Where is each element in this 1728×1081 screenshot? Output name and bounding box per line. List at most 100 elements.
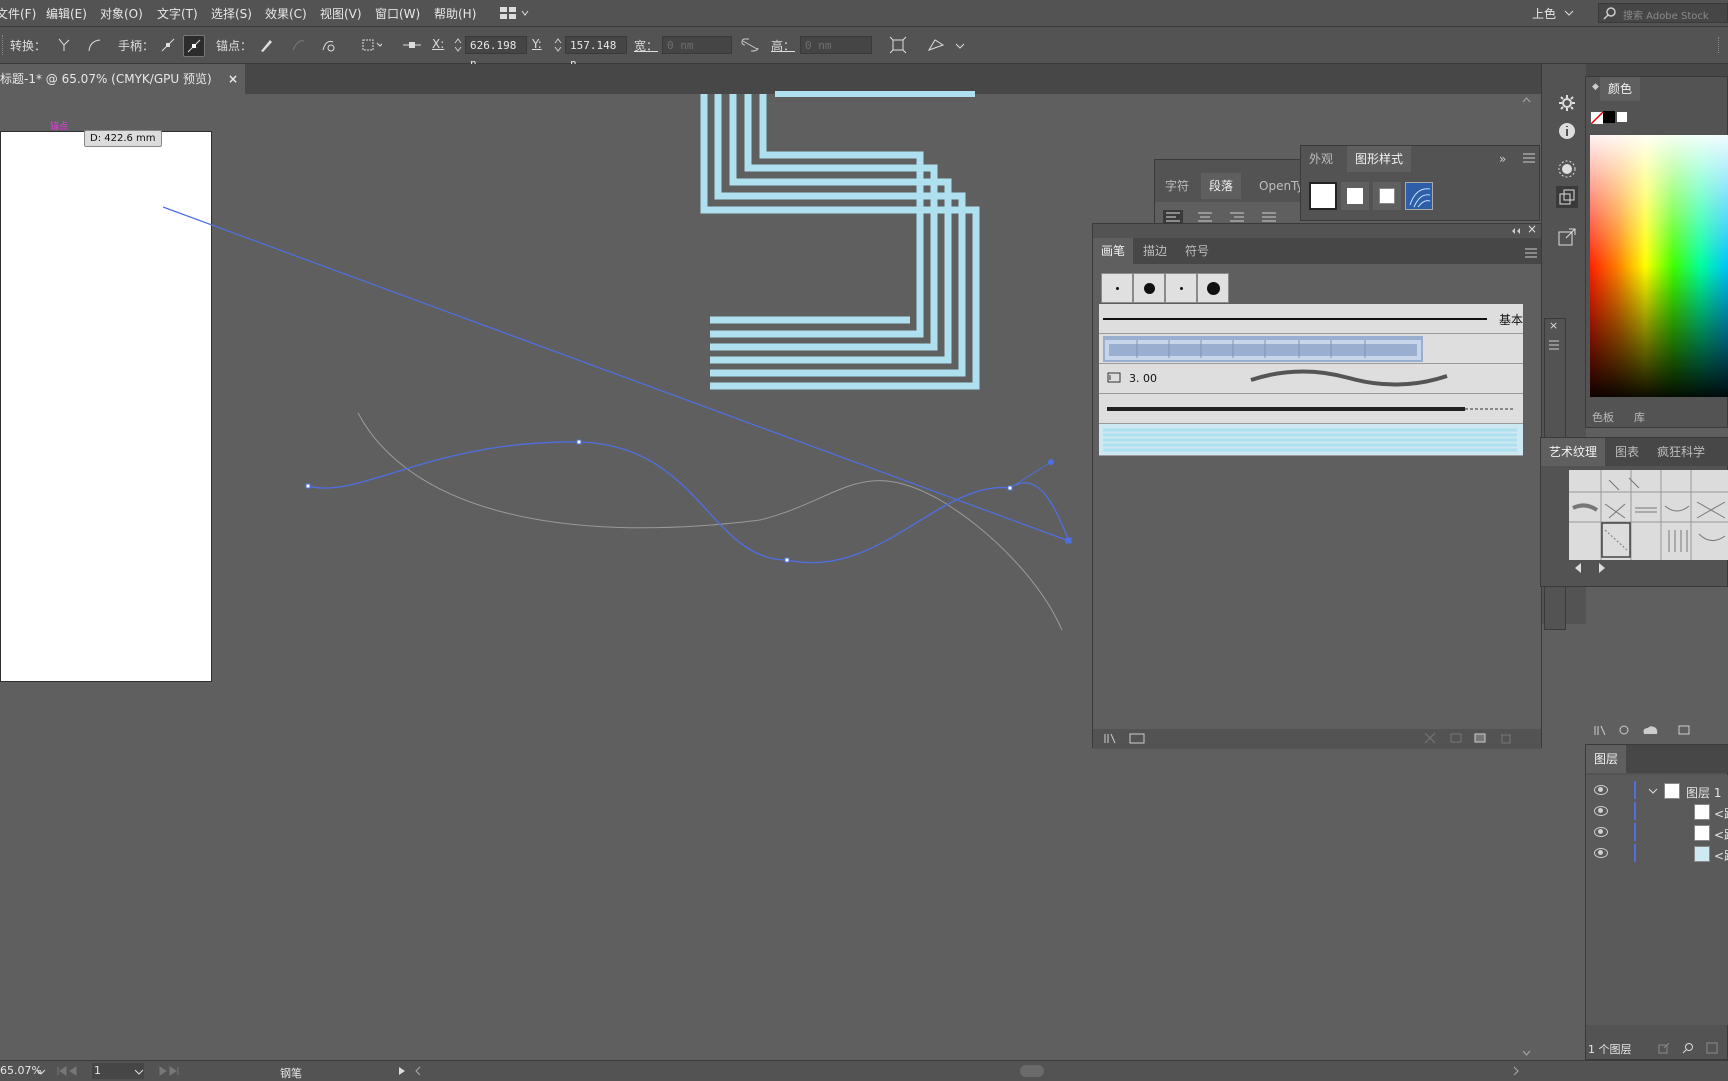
- transform-panel-icon[interactable]: [1556, 186, 1578, 208]
- none-swatch[interactable]: [1590, 111, 1604, 125]
- brush-pattern-row[interactable]: [1099, 334, 1523, 364]
- status-menu-icon[interactable]: [398, 1065, 406, 1079]
- panel-menu-icon[interactable]: [1525, 247, 1537, 261]
- workspace-switcher[interactable]: 上色: [1532, 5, 1556, 22]
- eye-icon[interactable]: [1594, 827, 1608, 837]
- tab-stroke[interactable]: 描边: [1135, 238, 1175, 264]
- path-thumbnail: [1694, 846, 1710, 862]
- stripes-stroke-preview: [1103, 428, 1517, 452]
- chevron-down-icon[interactable]: [36, 1066, 46, 1080]
- panel-menu-icon[interactable]: [1549, 339, 1559, 353]
- swatch-options-icon[interactable]: [1677, 724, 1691, 739]
- sublayer-row[interactable]: <路: [1592, 802, 1728, 822]
- tab-swatches[interactable]: 色板: [1592, 409, 1614, 425]
- eye-icon[interactable]: [1594, 848, 1608, 858]
- style-stroke-swatch[interactable]: [1373, 182, 1401, 210]
- sublayer-row[interactable]: <路: [1592, 823, 1728, 843]
- toggle-options-icon[interactable]: ◆: [1592, 82, 1599, 92]
- close-icon[interactable]: ×: [1549, 319, 1558, 332]
- brush-stripes-row[interactable]: [1099, 424, 1523, 456]
- sublayer-name[interactable]: <路: [1714, 847, 1728, 864]
- tab-libraries[interactable]: 库: [1634, 409, 1645, 425]
- close-icon[interactable]: ×: [1527, 222, 1537, 236]
- tab-appearance[interactable]: 外观: [1301, 146, 1341, 172]
- brush-dot-tiny[interactable]: [1165, 273, 1197, 303]
- new-brush-icon[interactable]: [1473, 732, 1487, 747]
- brush-bristle-row[interactable]: 3. 00: [1099, 364, 1523, 394]
- export-layer-icon[interactable]: [1658, 1042, 1670, 1057]
- delete-brush-icon[interactable]: [1499, 732, 1513, 747]
- tab-mad-science[interactable]: 疯狂科学: [1649, 438, 1713, 466]
- layer-name[interactable]: 图层 1: [1686, 784, 1721, 801]
- path-thumbnail: [1694, 804, 1710, 820]
- chevron-down-icon[interactable]: [1564, 7, 1574, 21]
- basic-stroke-preview: [1103, 318, 1487, 320]
- brush-settings-icon[interactable]: [1449, 732, 1463, 747]
- expand-icon[interactable]: »: [1499, 152, 1506, 166]
- grip-handle[interactable]: [1718, 37, 1722, 53]
- layer-color-bar: [1634, 802, 1636, 820]
- sun-icon[interactable]: [1558, 160, 1576, 181]
- last-artboard-icon[interactable]: [156, 1065, 180, 1079]
- brushes-tab-strip: 画笔 描边 符号: [1093, 238, 1541, 264]
- export-icon[interactable]: [1558, 228, 1576, 249]
- previous-icon[interactable]: [1573, 562, 1583, 577]
- brush-library-icon[interactable]: [1103, 732, 1119, 747]
- brush-dot-large[interactable]: [1197, 273, 1229, 303]
- panel-menu-icon[interactable]: [1523, 152, 1535, 166]
- collapse-panel-icon[interactable]: [1511, 224, 1521, 238]
- first-artboard-icon[interactable]: [56, 1065, 80, 1079]
- info-icon[interactable]: [1558, 122, 1576, 143]
- layer-row-main[interactable]: 图层 1: [1592, 781, 1728, 801]
- horizontal-scroll-thumb[interactable]: [1020, 1065, 1044, 1077]
- black-swatch[interactable]: [1603, 111, 1615, 123]
- color-panel: ◆ 颜色 色板 库: [1585, 76, 1728, 428]
- tab-character[interactable]: 字符: [1157, 173, 1197, 199]
- charcoal-stroke-preview: [1107, 407, 1515, 411]
- brush-options-icon[interactable]: [1129, 732, 1147, 747]
- layers-panel-title[interactable]: 图层: [1586, 745, 1627, 773]
- tab-art-texture[interactable]: 艺术纹理: [1541, 438, 1606, 466]
- swatch-kind-icon[interactable]: [1617, 724, 1631, 739]
- scroll-up-icon[interactable]: [1522, 94, 1531, 108]
- sublayer-name[interactable]: <路: [1714, 826, 1728, 843]
- color-panel-title[interactable]: 颜色: [1600, 77, 1641, 101]
- sublayer-name[interactable]: <路: [1714, 805, 1728, 822]
- brush-dot-small[interactable]: [1101, 273, 1133, 303]
- brush-basic-row[interactable]: 基本: [1099, 304, 1523, 334]
- brush-charcoal-row[interactable]: [1099, 394, 1523, 424]
- chevron-down-icon[interactable]: [134, 1066, 144, 1080]
- gear-icon[interactable]: [1558, 94, 1576, 115]
- style-pattern-swatch[interactable]: [1405, 182, 1433, 210]
- scroll-right-icon[interactable]: [1512, 1065, 1520, 1079]
- white-swatch[interactable]: [1616, 111, 1628, 123]
- swatch-library-icon[interactable]: [1593, 724, 1607, 739]
- remove-brush-stroke-icon[interactable]: [1423, 732, 1437, 747]
- layer-color-bar: [1634, 844, 1636, 862]
- tab-brushes[interactable]: 画笔: [1093, 238, 1134, 264]
- eye-icon[interactable]: [1594, 806, 1608, 816]
- clipping-mask-icon[interactable]: [1706, 1042, 1718, 1057]
- scroll-left-icon[interactable]: [414, 1065, 422, 1079]
- cloud-icon[interactable]: [1641, 724, 1659, 739]
- brush-dot-medium[interactable]: [1133, 273, 1165, 303]
- next-icon[interactable]: [1597, 562, 1607, 577]
- style-default-swatch[interactable]: [1309, 182, 1337, 210]
- swatch-footer: [1585, 720, 1728, 740]
- tab-charts[interactable]: 图表: [1607, 438, 1647, 466]
- stock-search-field[interactable]: 搜索 Adobe Stock: [1598, 3, 1728, 23]
- layers-tab-strip: 图层: [1586, 745, 1728, 773]
- eye-icon[interactable]: [1594, 785, 1608, 795]
- style-none-swatch[interactable]: [1341, 182, 1369, 210]
- tab-symbols[interactable]: 符号: [1177, 238, 1217, 264]
- sublayer-row[interactable]: <路: [1592, 844, 1728, 864]
- search-icon[interactable]: [1682, 1042, 1694, 1057]
- color-spectrum[interactable]: [1590, 135, 1728, 397]
- scroll-down-icon[interactable]: [1522, 1046, 1531, 1060]
- paragraph-panel: 字符 段落 OpenType: [1154, 159, 1319, 230]
- texture-swatch-grid[interactable]: [1569, 470, 1728, 560]
- chevron-down-icon[interactable]: [1648, 785, 1658, 799]
- tab-graphic-styles[interactable]: 图形样式: [1347, 146, 1412, 172]
- tab-paragraph[interactable]: 段落: [1201, 173, 1242, 199]
- layers-list: 图层 1 <路 <路 <路: [1586, 775, 1728, 1025]
